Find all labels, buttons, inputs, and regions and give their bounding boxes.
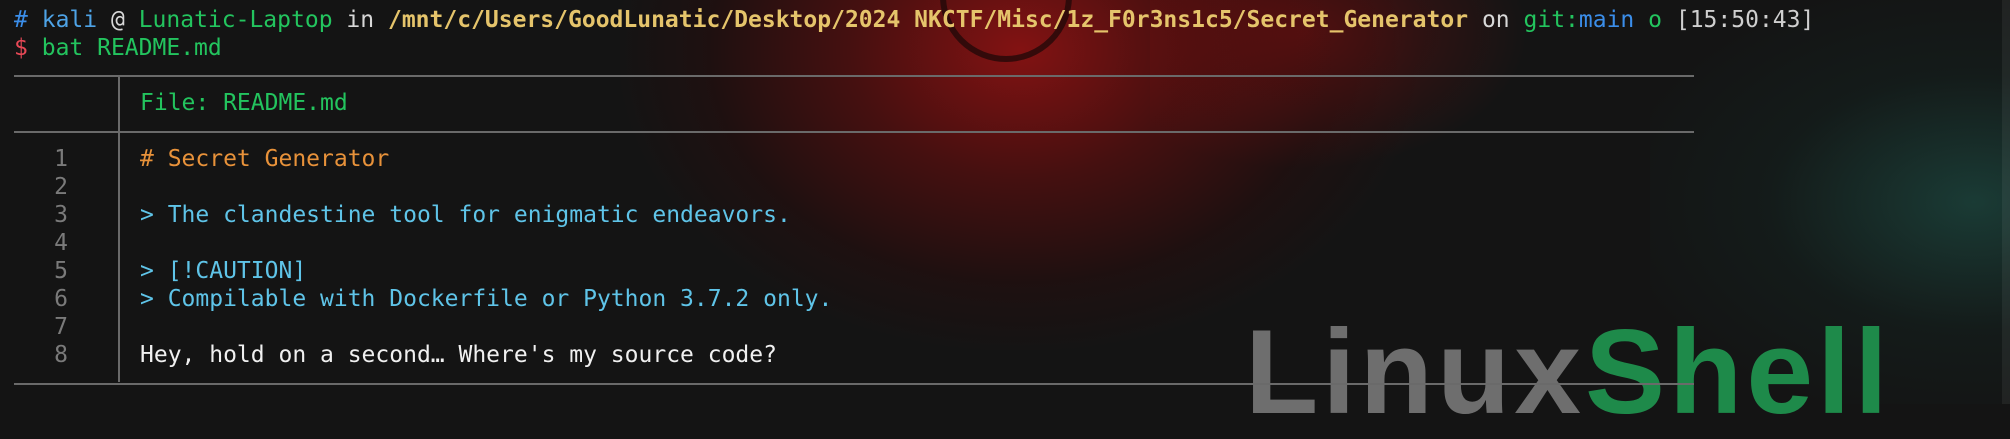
line-number: 1 bbox=[54, 146, 68, 172]
prompt-host: Lunatic-Laptop bbox=[138, 7, 333, 33]
prompt-hash: # bbox=[14, 7, 28, 33]
bat-rule-top bbox=[14, 75, 1694, 77]
watermark-linux: Linux bbox=[1245, 305, 1585, 439]
scrollbar-track[interactable] bbox=[2002, 0, 2010, 404]
line-number: 3 bbox=[54, 202, 68, 228]
shell-prompt: # kali @ Lunatic-Laptop in /mnt/c/Users/… bbox=[14, 6, 1814, 34]
bat-rule-bottom bbox=[14, 383, 1694, 385]
bat-rule-header bbox=[14, 131, 1694, 133]
prompt-dollar: $ bbox=[14, 35, 28, 61]
line-number: 6 bbox=[54, 286, 68, 312]
bat-file-header: File: README.md bbox=[140, 90, 348, 116]
watermark-shell: Shell bbox=[1584, 305, 1892, 439]
prompt-in: in bbox=[346, 7, 375, 33]
code-line-text: Hey, hold on a second… Where's my source… bbox=[140, 342, 777, 368]
prompt-path: /mnt/c/Users/GoodLunatic/Desktop/2024 NK… bbox=[387, 7, 1469, 33]
prompt-time: [15:50:43] bbox=[1675, 7, 1815, 33]
line-number: 5 bbox=[54, 258, 68, 284]
line-number: 2 bbox=[54, 174, 68, 200]
line-number: 7 bbox=[54, 314, 68, 340]
command-text: bat README.md bbox=[41, 35, 222, 61]
bat-gutter-separator bbox=[118, 76, 120, 382]
prompt-git-branch: main bbox=[1578, 7, 1635, 33]
line-number: 8 bbox=[54, 342, 68, 368]
code-line-heading: # Secret Generator bbox=[140, 146, 390, 172]
prompt-git-label: git: bbox=[1523, 7, 1579, 33]
code-line-caution: > [!CAUTION] bbox=[140, 258, 307, 284]
prompt-git-status: o bbox=[1648, 7, 1662, 33]
code-line-compile-note: > Compilable with Dockerfile or Python 3… bbox=[140, 286, 833, 312]
prompt-on: on bbox=[1481, 7, 1510, 33]
command-line[interactable]: $ bat README.md bbox=[14, 34, 222, 62]
prompt-user: kali bbox=[41, 7, 98, 33]
code-line-quote: > The clandestine tool for enigmatic end… bbox=[140, 202, 791, 228]
line-number: 4 bbox=[54, 230, 68, 256]
linuxshell-watermark: LinuxShell bbox=[1245, 312, 1892, 432]
prompt-at: @ bbox=[110, 7, 125, 33]
